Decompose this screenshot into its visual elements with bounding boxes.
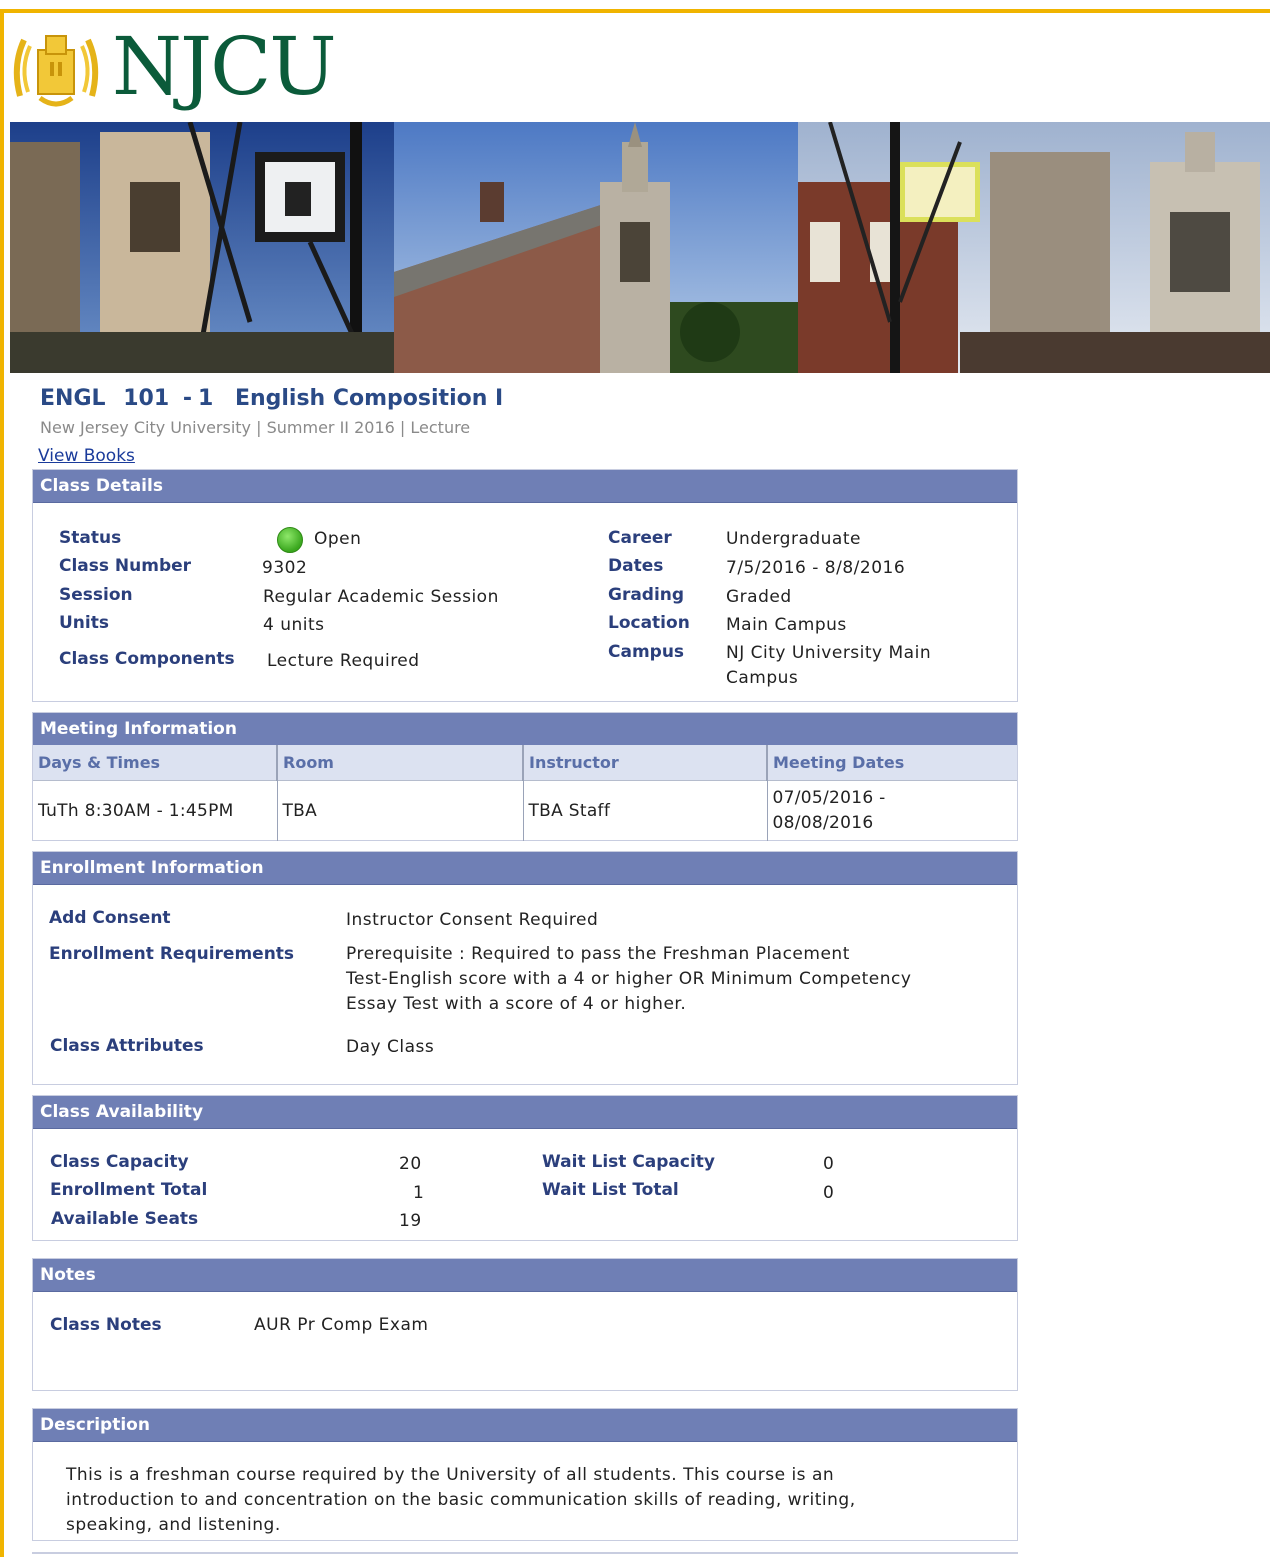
column-header-days-times: Days & Times <box>33 745 278 781</box>
class-attributes-label: Class Attributes <box>50 1036 204 1056</box>
left-accent-rule <box>0 9 4 1557</box>
session-value: Regular Academic Session <box>263 587 499 607</box>
units-value: 4 units <box>263 615 325 635</box>
class-details-section: Class Details Status Open Class Number 9… <box>32 469 1018 702</box>
table-row: TuTh 8:30AM - 1:45PM TBA TBA Staff 07/05… <box>33 780 1017 842</box>
class-capacity-label: Class Capacity <box>50 1152 189 1172</box>
instructor-cell: TBA Staff <box>523 780 768 841</box>
class-number-value: 9302 <box>262 558 308 578</box>
description-text: This is a freshman course required by th… <box>66 1463 966 1538</box>
status-value: Open <box>314 529 362 549</box>
course-name: English Composition I <box>234 386 504 411</box>
wait-list-total-value: 0 <box>823 1183 835 1203</box>
career-label: Career <box>608 528 672 548</box>
enrollment-total-label: Enrollment Total <box>50 1180 208 1200</box>
enrollment-requirements-label: Enrollment Requirements <box>49 944 295 964</box>
bottom-divider <box>32 1552 1018 1554</box>
class-number-label: Class Number <box>59 556 192 576</box>
class-attributes-value: Day Class <box>346 1037 435 1057</box>
meeting-dates-line-2: 08/08/2016 <box>772 813 874 833</box>
description-line-2: introduction to and concentration on the… <box>66 1490 856 1510</box>
university-seal-icon <box>13 35 99 107</box>
logo-wordmark: NJCU <box>112 20 337 113</box>
notes-section: Notes Class Notes AUR Pr Comp Exam <box>32 1258 1018 1391</box>
open-status-icon <box>277 527 303 553</box>
column-header-meeting-dates: Meeting Dates <box>767 745 1017 781</box>
campus-label: Campus <box>608 642 685 662</box>
location-label: Location <box>608 613 690 633</box>
wait-list-capacity-value: 0 <box>823 1154 835 1174</box>
units-label: Units <box>59 613 109 633</box>
class-capacity-value: 20 <box>399 1154 422 1174</box>
section-heading: Description <box>33 1409 1017 1442</box>
class-notes-value: AUR Pr Comp Exam <box>254 1315 429 1335</box>
class-components-label: Class Components <box>59 649 235 669</box>
grading-label: Grading <box>608 585 685 605</box>
column-header-instructor: Instructor <box>523 745 768 781</box>
enrollment-information-section: Enrollment Information Add Consent Instr… <box>32 851 1018 1085</box>
requirements-line-1: Prerequisite : Required to pass the Fres… <box>346 944 850 964</box>
course-section: 1 <box>197 386 214 411</box>
course-component: Lecture <box>410 418 471 437</box>
description-section: Description This is a freshman course re… <box>32 1408 1018 1541</box>
description-line-1: This is a freshman course required by th… <box>66 1465 835 1485</box>
add-consent-label: Add Consent <box>49 908 171 928</box>
course-term: Summer II 2016 <box>266 418 395 437</box>
campus-banner-image <box>10 122 1270 373</box>
section-heading: Notes <box>33 1259 1017 1292</box>
grading-value: Graded <box>726 587 792 607</box>
section-heading: Enrollment Information <box>33 852 1017 885</box>
campus-value-line-2: Campus <box>726 668 799 688</box>
course-subtitle: New Jersey City University | Summer II 2… <box>40 418 471 437</box>
class-notes-label: Class Notes <box>50 1315 162 1335</box>
dates-label: Dates <box>608 556 664 576</box>
wait-list-total-label: Wait List Total <box>542 1180 679 1200</box>
description-line-3: speaking, and listening. <box>66 1515 281 1535</box>
available-seats-value: 19 <box>399 1211 422 1231</box>
requirements-line-2: Test-English score with a 4 or higher OR… <box>346 969 912 989</box>
enrollment-total-value: 1 <box>413 1183 425 1203</box>
section-heading: Meeting Information <box>33 713 1017 746</box>
course-number: 101 <box>123 386 170 411</box>
room-cell: TBA <box>277 780 524 841</box>
dates-value: 7/5/2016 - 8/8/2016 <box>726 558 906 578</box>
course-subject: ENGL <box>40 386 106 411</box>
status-label: Status <box>59 528 122 548</box>
meeting-information-section: Meeting Information Days & Times Room In… <box>32 712 1018 841</box>
requirements-line-3: Essay Test with a score of 4 or higher. <box>346 994 687 1014</box>
meeting-dates-cell: 07/05/2016 - 08/08/2016 <box>767 781 1017 842</box>
days-times-cell: TuTh 8:30AM - 1:45PM <box>33 780 278 841</box>
campus-value-line-1: NJ City University Main <box>726 643 932 663</box>
add-consent-value: Instructor Consent Required <box>346 910 599 930</box>
available-seats-label: Available Seats <box>51 1209 199 1229</box>
location-value: Main Campus <box>726 615 847 635</box>
top-accent-rule <box>0 9 1270 13</box>
section-heading: Class Details <box>33 470 1017 503</box>
wait-list-capacity-label: Wait List Capacity <box>542 1152 716 1172</box>
view-books-link[interactable]: View Books <box>38 446 135 466</box>
section-heading: Class Availability <box>33 1096 1017 1129</box>
column-header-room: Room <box>277 745 524 781</box>
session-label: Session <box>59 585 133 605</box>
class-availability-section: Class Availability Class Capacity 20 Enr… <box>32 1095 1018 1241</box>
class-components-value: Lecture Required <box>267 651 420 671</box>
career-value: Undergraduate <box>726 529 861 549</box>
meeting-dates-line-1: 07/05/2016 - <box>772 788 886 808</box>
course-institution: New Jersey City University <box>40 418 252 437</box>
meeting-table: Days & Times Room Instructor Meeting Dat… <box>33 745 1017 841</box>
course-title: ENGL 101 -1 English Composition I <box>40 386 504 411</box>
